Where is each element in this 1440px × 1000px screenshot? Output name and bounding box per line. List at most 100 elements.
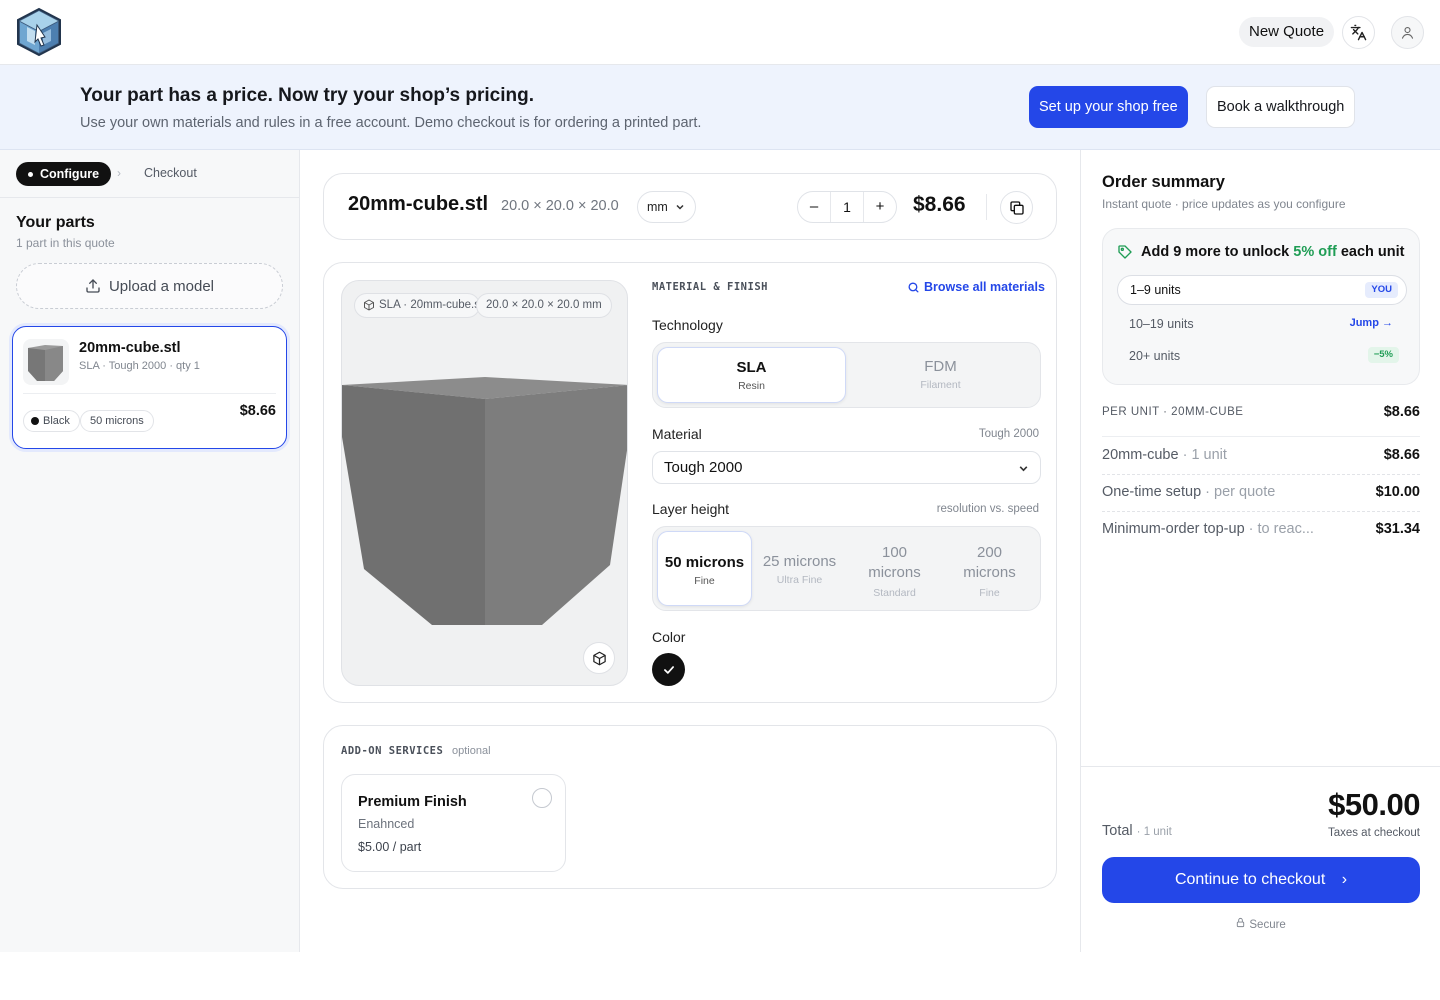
checkout-steps: Configure › Checkout [0, 150, 299, 198]
summary-title: Order summary [1102, 173, 1225, 191]
file-bar: 20mm-cube.stl 20.0 × 20.0 × 20.0 mm – 1 … [323, 173, 1057, 240]
line-note: · to reac... [1248, 521, 1314, 537]
total-label: Total · 1 unit [1102, 823, 1172, 839]
addon-radio[interactable] [532, 788, 552, 808]
per-unit-value: $8.66 [1383, 404, 1420, 420]
reset-view-button[interactable] [583, 642, 615, 674]
cube-model [342, 377, 627, 625]
addon-premium-finish[interactable]: Premium Finish Enahnced $5.00 / part [341, 774, 566, 872]
copy-icon [1009, 200, 1024, 215]
material-label: Material [652, 426, 702, 442]
step-configure[interactable]: Configure [16, 162, 112, 186]
layer-option-25[interactable]: 25 microns Ultra Fine [752, 531, 847, 606]
layer-height-hint: resolution vs. speed [936, 503, 1039, 515]
tier-badge-you: YOU [1365, 282, 1398, 298]
lock-icon [1237, 917, 1245, 928]
layer-height-selector: 50 microns Fine 25 microns Ultra Fine 10… [652, 526, 1041, 611]
total-amount: $50.00 [1328, 787, 1420, 822]
line-label: 20mm-cube [1102, 447, 1179, 463]
parts-sidebar: Configure › Checkout Your parts 1 part i… [0, 150, 300, 952]
line-item: One-time setup · per quote $10.00 [1102, 484, 1420, 504]
layer-name: 50 microns [664, 554, 745, 571]
addons-section-label: ADD-ON SERVICES [341, 745, 444, 757]
volume-discount-box: Add 9 more to unlock 5% off each unit 1–… [1102, 228, 1420, 385]
line-amount: $8.66 [1383, 447, 1420, 463]
layer-option-200[interactable]: 200 microns Fine [942, 531, 1037, 606]
tag-icon [1118, 245, 1132, 259]
unit-select[interactable]: mm [637, 191, 696, 223]
logo-icon[interactable] [15, 7, 63, 57]
language-button[interactable] [1342, 16, 1375, 49]
quantity-stepper: – 1 + [797, 191, 897, 223]
tier-jump-link[interactable]: Jump → [1344, 315, 1399, 331]
color-label: Color [652, 629, 686, 645]
technology-sub: Filament [920, 379, 961, 391]
chevron-down-icon [676, 204, 684, 210]
layer-sub: Standard [873, 587, 916, 599]
technology-sub: Resin [738, 380, 765, 392]
line-label: One-time setup [1102, 484, 1202, 500]
material-select[interactable]: Tough 2000 [652, 451, 1041, 484]
file-dimensions: 20.0 × 20.0 × 20.0 [501, 198, 619, 214]
banner-title: Your part has a price. Now try your shop… [80, 85, 534, 106]
line-amount: $31.34 [1375, 521, 1420, 537]
layer-option-50[interactable]: 50 microns Fine [657, 531, 752, 606]
layer-option-100[interactable]: 100 microns Standard [847, 531, 942, 606]
viewer-tag: SLA · 20mm-cube.stl [354, 293, 480, 318]
addon-title: Premium Finish [358, 794, 467, 810]
line-label: Minimum-order top-up [1102, 521, 1245, 537]
material-hint: Tough 2000 [978, 428, 1039, 440]
divider [23, 393, 276, 394]
browse-materials-link[interactable]: Browse all materials [907, 280, 1045, 294]
checkout-label: Continue to checkout [1174, 871, 1326, 888]
step-separator-icon: › [117, 166, 121, 180]
layer-height-label: Layer height [652, 501, 730, 517]
total-section: $50.00 Total · 1 unit Taxes at checkout … [1081, 766, 1440, 952]
step-checkout[interactable]: Checkout [144, 166, 197, 180]
layer-name: 100 microns [868, 544, 921, 581]
continue-checkout-button[interactable]: Continue to checkout › [1102, 857, 1420, 903]
layer-chip: 50 microns [80, 410, 154, 432]
book-walkthrough-button[interactable]: Book a walkthrough [1206, 86, 1356, 128]
layer-name: 200 microns [963, 544, 1016, 581]
check-icon [663, 665, 674, 674]
technology-option-fdm[interactable]: FDM Filament [846, 347, 1035, 403]
layer-sub: Ultra Fine [776, 574, 823, 586]
part-meta: SLA · Tough 2000 · qty 1 [79, 360, 200, 372]
technology-name: FDM [924, 358, 957, 375]
layer-sub: Fine [979, 587, 1000, 599]
duplicate-button[interactable] [1000, 191, 1033, 224]
model-viewer[interactable]: SLA · 20mm-cube.stl 20.0 × 20.0 × 20.0 m… [341, 280, 628, 686]
translate-icon [1350, 24, 1367, 41]
addons-card: ADD-ON SERVICES optional Premium Finish … [323, 725, 1057, 889]
parts-title: Your parts [16, 214, 95, 231]
color-swatch-black[interactable] [652, 653, 685, 686]
upload-model-button[interactable]: Upload a model [16, 263, 283, 309]
banner-subtitle: Use your own materials and rules in a fr… [80, 115, 702, 131]
technology-option-sla[interactable]: SLA Resin [657, 347, 846, 403]
tier-range: 10–19 units [1129, 317, 1194, 331]
cube-icon [592, 651, 606, 665]
tax-note: Taxes at checkout [1327, 827, 1420, 839]
addon-subtitle: Enahnced [358, 817, 415, 831]
tier-row: 10–19 units Jump → [1117, 309, 1407, 339]
new-quote-button[interactable]: New Quote [1239, 17, 1335, 47]
total-note: · 1 unit [1136, 826, 1172, 838]
line-amount: $10.00 [1375, 484, 1420, 500]
account-button[interactable] [1391, 16, 1424, 49]
secure-label: Secure [1249, 919, 1286, 931]
layer-name: 25 microns [762, 553, 837, 570]
file-name: 20mm-cube.stl [348, 193, 489, 215]
tier-row: 20+ units −5% [1117, 341, 1407, 371]
divider [1102, 436, 1420, 437]
order-summary: Order summary Instant quote · price upda… [1080, 150, 1440, 952]
quantity-input[interactable]: 1 [830, 192, 864, 222]
color-chip: Black [23, 410, 80, 432]
setup-shop-button[interactable]: Set up your shop free [1029, 86, 1188, 128]
chevron-down-icon [1019, 466, 1028, 472]
decrement-button[interactable]: – [798, 192, 830, 222]
increment-button[interactable]: + [864, 192, 896, 222]
part-card[interactable]: 20mm-cube.stl SLA · Tough 2000 · qty 1 B… [12, 326, 287, 449]
upload-icon [86, 279, 100, 293]
technology-selector: SLA Resin FDM Filament [652, 342, 1041, 408]
